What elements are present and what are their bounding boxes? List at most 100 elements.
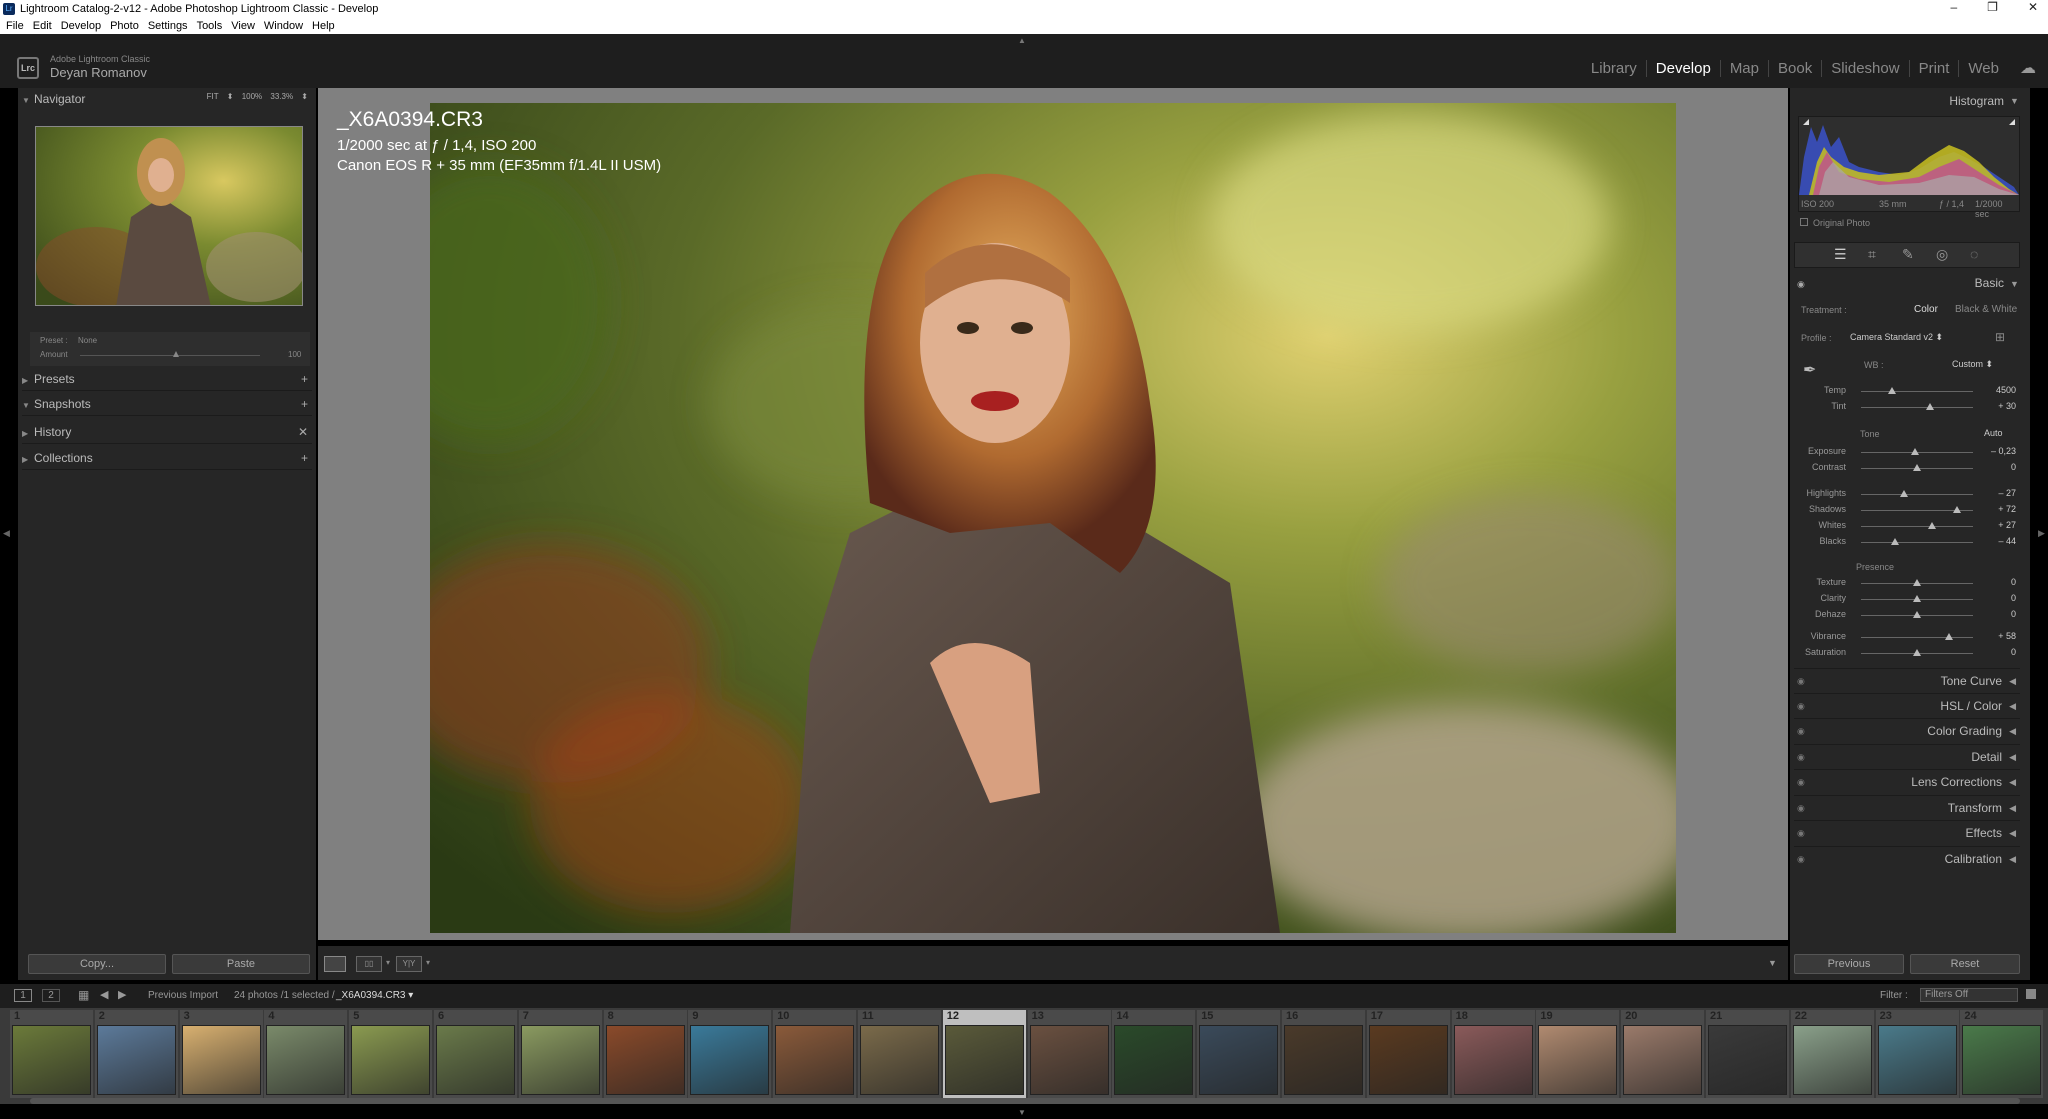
zoom-fit[interactable]: FIT ⬍ [207, 92, 234, 101]
visibility-eye-icon[interactable]: ◉ [1797, 719, 1805, 743]
restore-icon[interactable]: ❐ [1987, 0, 1998, 18]
crop-icon[interactable]: ⌗ [1868, 246, 1876, 263]
thumbnail-image[interactable] [605, 1025, 685, 1095]
menu-tools[interactable]: Tools [197, 18, 223, 34]
thumbnail-image[interactable] [690, 1025, 770, 1095]
slider-track[interactable] [1861, 526, 1973, 527]
visibility-eye-icon[interactable]: ◉ [1797, 694, 1805, 718]
menu-develop[interactable]: Develop [61, 18, 101, 34]
back-arrow-icon[interactable]: ◀ [100, 988, 108, 1001]
filmstrip-thumbnail[interactable]: 18 [1451, 1010, 1535, 1098]
amount-slider-knob[interactable] [173, 351, 179, 357]
filmstrip-thumbnail[interactable]: 9 [688, 1010, 772, 1098]
section-tone-curve[interactable]: ◉ Tone Curve ◀ [1794, 668, 2020, 692]
slider-knob[interactable] [1953, 506, 1961, 513]
filmstrip-thumbnail[interactable]: 2 [94, 1010, 178, 1098]
cloud-icon[interactable]: ☁ [2020, 58, 2036, 78]
thumbnail-image[interactable] [1623, 1025, 1703, 1095]
slider-value[interactable]: – 44 [1998, 536, 2016, 546]
copy-button[interactable]: Copy... [28, 954, 166, 974]
collections-section[interactable]: ▶ Collections + [22, 446, 312, 470]
slider-track[interactable] [1861, 391, 1973, 392]
zoom-333[interactable]: 33.3% ⬍ [270, 92, 308, 101]
filmstrip-thumbnail[interactable]: 20 [1621, 1010, 1705, 1098]
filmstrip-thumbnail[interactable]: 19 [1536, 1010, 1620, 1098]
treatment-bw[interactable]: Black & White [1955, 304, 2017, 315]
filmstrip-thumbnail[interactable]: 16 [1282, 1010, 1365, 1098]
slider-knob[interactable] [1911, 448, 1919, 455]
thumbnail-image[interactable] [12, 1025, 91, 1095]
edit-sliders-icon[interactable]: ☰ [1834, 246, 1847, 263]
slider-dehaze[interactable]: Dehaze 0 [1798, 609, 2020, 623]
visibility-eye-icon[interactable]: ◉ [1797, 669, 1805, 693]
slider-value[interactable]: 0 [2011, 647, 2016, 657]
thumbnail-image[interactable] [1877, 1025, 1957, 1095]
slider-value[interactable]: + 58 [1998, 631, 2016, 641]
before-after-dropdown-icon[interactable]: ▾ [386, 958, 390, 967]
thumbnail-image[interactable] [1538, 1025, 1618, 1095]
slider-knob[interactable] [1891, 538, 1899, 545]
module-slideshow[interactable]: Slideshow [1821, 60, 1908, 77]
section-color-grading[interactable]: ◉ Color Grading ◀ [1794, 718, 2020, 742]
slider-exposure[interactable]: Exposure – 0,23 [1798, 446, 2020, 460]
filmstrip-thumbnail[interactable]: 8 [603, 1010, 687, 1098]
filmstrip-thumbnail[interactable]: 11 [858, 1010, 941, 1098]
filmstrip-thumbnail[interactable]: 13 [1027, 1010, 1111, 1098]
section-transform[interactable]: ◉ Transform ◀ [1794, 795, 2020, 819]
slider-blacks[interactable]: Blacks – 44 [1798, 536, 2020, 550]
section-detail[interactable]: ◉ Detail ◀ [1794, 744, 2020, 768]
thumbnail-image[interactable] [1368, 1025, 1448, 1095]
zoom-100[interactable]: 100% [242, 92, 262, 101]
slider-knob[interactable] [1945, 633, 1953, 640]
profile-browser-icon[interactable]: ⊞ [1995, 330, 2005, 344]
slider-value[interactable]: 0 [2011, 462, 2016, 472]
slider-value[interactable]: + 30 [1998, 401, 2016, 411]
filter-lock-icon[interactable] [2026, 989, 2036, 999]
slider-knob[interactable] [1913, 611, 1921, 618]
filter-dropdown[interactable]: Filters Off [1920, 988, 2018, 1002]
paste-button[interactable]: Paste [172, 954, 310, 974]
filmstrip-thumbnail[interactable]: 5 [349, 1010, 433, 1098]
visibility-eye-icon[interactable]: ◉ [1797, 847, 1805, 871]
history-section[interactable]: ▶ History ✕ [22, 420, 312, 444]
thumbnail-image[interactable] [181, 1025, 261, 1095]
grid-view-icon[interactable]: ▦ [78, 988, 89, 1002]
filmstrip-thumbnail[interactable]: 24 [1960, 1010, 2044, 1098]
add-preset-icon[interactable]: + [301, 367, 308, 391]
section-effects[interactable]: ◉ Effects ◀ [1794, 820, 2020, 844]
slider-contrast[interactable]: Contrast 0 [1798, 462, 2020, 476]
slider-value[interactable]: 0 [2011, 577, 2016, 587]
filmstrip-source[interactable]: Previous Import [148, 990, 218, 1001]
slider-value[interactable]: + 27 [1998, 520, 2016, 530]
thumbnail-image[interactable] [1029, 1025, 1109, 1095]
minimize-icon[interactable]: – [1950, 0, 1957, 18]
slider-clarity[interactable]: Clarity 0 [1798, 593, 2020, 607]
thumbnail-image[interactable] [1284, 1025, 1363, 1095]
add-snapshot-icon[interactable]: + [301, 392, 308, 416]
slider-knob[interactable] [1926, 403, 1934, 410]
yy-view-icon[interactable]: Y|Y [396, 956, 422, 972]
filmstrip-thumbnail[interactable]: 12 [942, 1010, 1026, 1098]
slider-knob[interactable] [1900, 490, 1908, 497]
slider-track[interactable] [1861, 637, 1973, 638]
filmstrip-thumbnail[interactable]: 7 [518, 1010, 602, 1098]
collapse-bottom-arrow-icon[interactable]: ▼ [1018, 1108, 1026, 1117]
monitor-2-button[interactable]: 2 [42, 989, 60, 1002]
slider-knob[interactable] [1888, 387, 1896, 394]
thumbnail-image[interactable] [1792, 1025, 1872, 1095]
slider-value[interactable]: 0 [2011, 609, 2016, 619]
slider-value[interactable]: – 0,23 [1991, 446, 2016, 456]
visibility-eye-icon[interactable]: ◉ [1797, 796, 1805, 820]
navigator-header[interactable]: ▼ Navigator FIT ⬍ 100% 33.3% ⬍ [22, 92, 312, 110]
original-photo-checkbox[interactable] [1800, 218, 1808, 226]
thumbnail-image[interactable] [775, 1025, 855, 1095]
module-web[interactable]: Web [1958, 60, 2008, 77]
thumbnail-image[interactable] [266, 1025, 346, 1095]
slider-value[interactable]: 0 [2011, 593, 2016, 603]
wb-dropdown[interactable]: Custom ⬍ [1952, 359, 1993, 370]
slider-knob[interactable] [1913, 579, 1921, 586]
filmstrip-thumbnail[interactable]: 15 [1197, 1010, 1281, 1098]
module-library[interactable]: Library [1582, 60, 1646, 77]
thumbnail-image[interactable] [1708, 1025, 1787, 1095]
menu-photo[interactable]: Photo [110, 18, 139, 34]
